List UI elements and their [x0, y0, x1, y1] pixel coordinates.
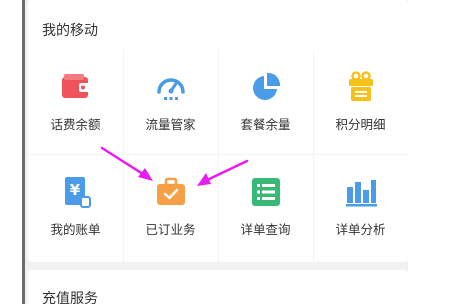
speedometer-icon [154, 70, 188, 104]
section-title-recharge: 充值服务 [42, 291, 98, 304]
left-margin [0, 0, 22, 304]
grid-item-label: 话费余额 [50, 117, 101, 132]
grid-item-label: 已订业务 [145, 222, 196, 237]
grid-item-label: 流量管家 [145, 117, 196, 132]
gift-icon [344, 70, 378, 104]
grid-item-label: 详单分析 [335, 222, 386, 237]
right-margin [408, 0, 454, 304]
grid-item-label: 我的账单 [50, 222, 101, 237]
grid-item-data-manager[interactable]: 流量管家 [123, 50, 218, 154]
my-mobile-grid: 话费余额 流量管家 套餐余量 积分明细 ¥ 我的账单 已订业务 详单查询 详单分… [28, 50, 408, 262]
bar-chart-icon [344, 175, 378, 209]
bill-icon: ¥ [59, 175, 93, 209]
section-title-my-mobile: 我的移动 [42, 23, 98, 39]
list-icon [249, 175, 283, 209]
grid-item-points[interactable]: 积分明细 [313, 50, 408, 154]
grid-item-label: 积分明细 [335, 117, 386, 132]
grid-item-plan-remaining[interactable]: 套餐余量 [218, 50, 313, 154]
grid-item-label: 详单查询 [240, 222, 291, 237]
grid-item-detail-query[interactable]: 详单查询 [218, 155, 313, 259]
grid-item-subscribed-services[interactable]: 已订业务 [123, 155, 218, 259]
grid-item-label: 套餐余量 [240, 117, 291, 132]
app-screen: 我的移动 话费余额 流量管家 套餐余量 积分明细 ¥ 我的账单 已订业务 详单查… [25, 0, 409, 304]
svg-text:¥: ¥ [69, 181, 80, 199]
grid-item-my-bill[interactable]: ¥ 我的账单 [28, 155, 123, 259]
my-mobile-card: 我的移动 话费余额 流量管家 套餐余量 积分明细 ¥ 我的账单 已订业务 详单查… [28, 0, 408, 262]
recharge-card: 充值服务 [28, 270, 408, 304]
briefcase-check-icon [154, 175, 188, 209]
grid-item-balance[interactable]: 话费余额 [28, 50, 123, 154]
pie-chart-icon [249, 70, 283, 104]
grid-item-detail-analysis[interactable]: 详单分析 [313, 155, 408, 259]
wallet-icon [59, 70, 93, 104]
